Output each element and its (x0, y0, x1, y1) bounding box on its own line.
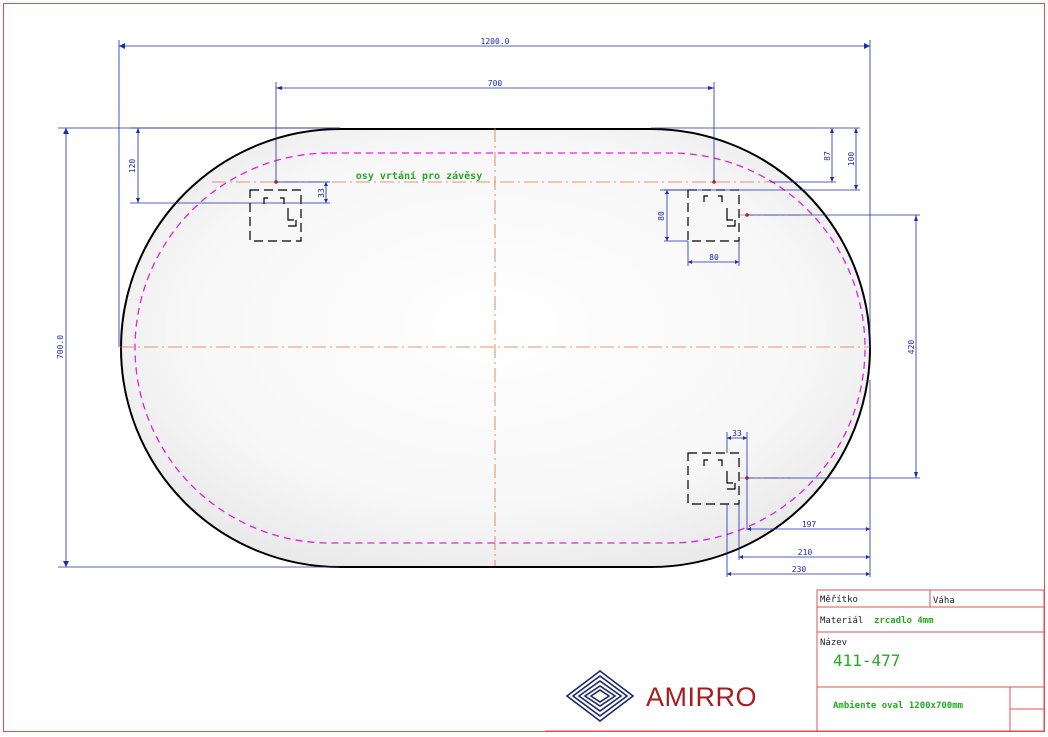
material-label: Materiál (820, 616, 863, 626)
dim-edge-210: 210 (798, 548, 813, 557)
weight-label: Váha (933, 596, 955, 606)
dim-hole-spacing: 700 (488, 79, 503, 88)
dim-hole-drop: 33 (317, 188, 326, 198)
dim-vertical-spacing: 420 (907, 340, 916, 355)
dim-top-offset-87: 87 (823, 151, 832, 161)
mirror-outline (120, 128, 871, 568)
amirro-logo-icon (565, 669, 635, 723)
technical-drawing: 1200.0 700 700.0 120 33 87 100 80 80 420… (3, 3, 1045, 732)
brand-name: AMIRRO (646, 682, 757, 712)
name-label: Název (820, 638, 847, 648)
drilling-axes-annotation: osy vrtání pro závěsy (356, 170, 482, 182)
dim-top-offset-100: 100 (847, 152, 856, 167)
material-value: zrcadlo 4mm (874, 616, 934, 626)
dim-edge-197: 197 (802, 520, 817, 529)
dim-edge-230: 230 (792, 565, 807, 574)
dim-overall-height: 700.0 (56, 335, 65, 359)
dim-overall-width: 1200.0 (481, 37, 510, 46)
part-number: 411-477 (833, 651, 900, 670)
part-description: Ambiente oval 1200x700mm (833, 700, 964, 711)
scale-label: Měřítko (820, 595, 858, 605)
dim-top-offset-left: 120 (128, 159, 137, 174)
dim-hanger-height: 80 (657, 211, 666, 221)
dim-hanger-width: 80 (709, 253, 719, 262)
dim-bottom-hanger-33: 33 (732, 429, 742, 438)
